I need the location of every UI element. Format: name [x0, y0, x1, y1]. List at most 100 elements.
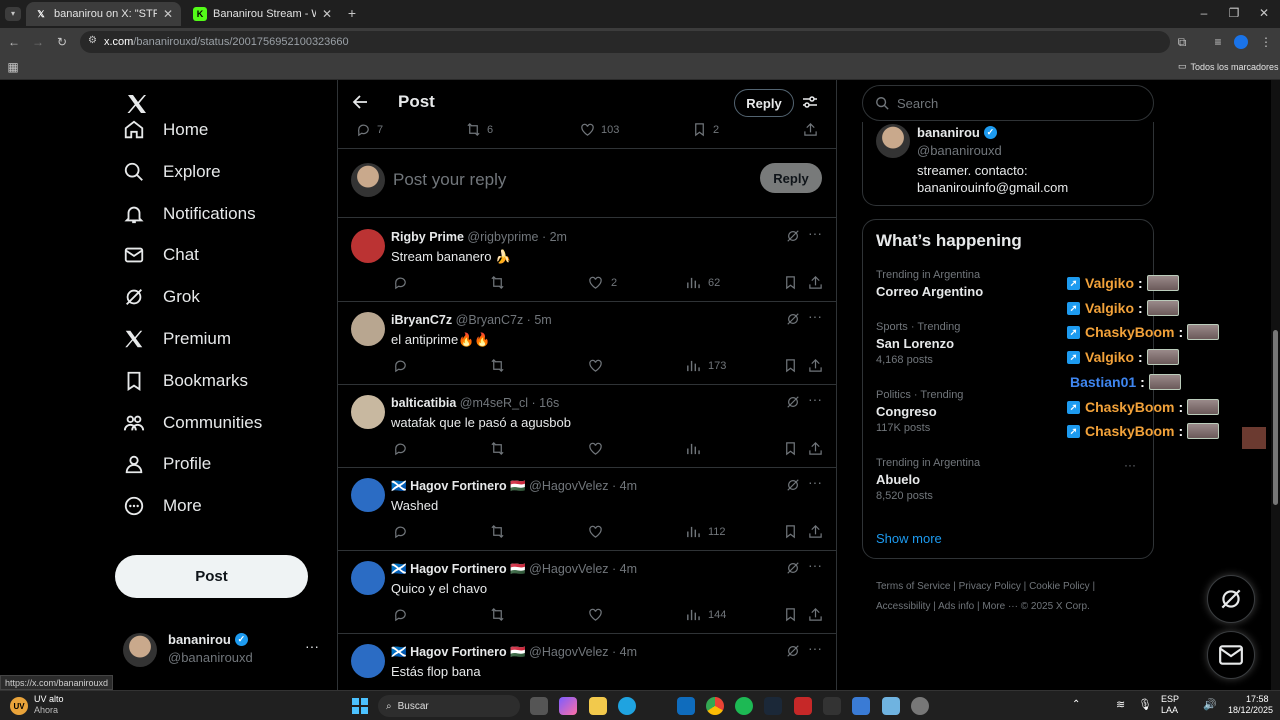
- footer-link[interactable]: Privacy Policy: [959, 581, 1021, 592]
- share-action[interactable]: [808, 524, 831, 539]
- reply-post[interactable]: balticatibia @m4seR_cl · 16s watafak que …: [338, 385, 836, 468]
- more-dots-icon[interactable]: ···: [808, 640, 822, 656]
- avatar[interactable]: [351, 644, 385, 678]
- trend-item[interactable]: Trending in Argentina Abuelo 8,520 posts: [876, 457, 980, 502]
- like-action[interactable]: [588, 524, 611, 539]
- grok-icon[interactable]: [786, 312, 800, 326]
- like-action[interactable]: [588, 607, 611, 622]
- more-dots-icon[interactable]: ···: [808, 225, 822, 241]
- like-count[interactable]: 103: [580, 122, 619, 137]
- reply-post[interactable]: 🏴󠁧󠁢󠁳󠁣󠁴󠁿 Hagov Fortinero 🇭🇺 @HagovVelez ·…: [338, 634, 836, 690]
- more-dots-icon[interactable]: ···: [808, 557, 822, 573]
- back-arrow-icon[interactable]: [352, 94, 368, 110]
- avatar[interactable]: [351, 561, 385, 595]
- nav-item-premium[interactable]: Premium: [123, 319, 231, 359]
- grok-icon[interactable]: [786, 561, 800, 575]
- trend-item[interactable]: Politics · Trending Congreso 117K posts: [876, 389, 963, 434]
- more-dots-icon[interactable]: ···: [305, 638, 319, 654]
- scrollbar[interactable]: [1271, 80, 1280, 690]
- like-action[interactable]: [588, 358, 611, 373]
- new-tab-icon[interactable]: +: [344, 6, 360, 20]
- app-icon[interactable]: [852, 697, 870, 715]
- bookmark-action[interactable]: [783, 358, 806, 373]
- taskbar-search[interactable]: ⌕ Buscar: [378, 695, 520, 717]
- outlook-icon[interactable]: [677, 697, 695, 715]
- grok-icon[interactable]: [786, 229, 800, 243]
- steam-icon[interactable]: [764, 697, 782, 715]
- browser-profile-avatar[interactable]: [1234, 35, 1248, 49]
- grok-fab[interactable]: [1207, 575, 1255, 623]
- app-icon[interactable]: [911, 697, 929, 715]
- lang-label[interactable]: ESP: [1161, 694, 1179, 704]
- avatar[interactable]: [351, 478, 385, 512]
- tray-chevron-icon[interactable]: ⌃: [1072, 699, 1080, 710]
- reload-icon[interactable]: ↻: [54, 35, 70, 49]
- reply-post[interactable]: iBryanC7z @BryanC7z · 5m el antiprime🔥🔥 ··…: [338, 302, 836, 385]
- bookmark-action[interactable]: [783, 441, 806, 456]
- like-action[interactable]: 2: [588, 275, 617, 290]
- bookmark-action[interactable]: [783, 524, 806, 539]
- task-view-icon[interactable]: [530, 697, 548, 715]
- browser-tab-kick[interactable]: K Bananirou Stream - Watch Live ✕: [185, 2, 340, 26]
- footer-link[interactable]: Accessibility: [876, 601, 930, 612]
- reply-action[interactable]: [393, 524, 416, 539]
- reply-submit-button[interactable]: Reply: [760, 163, 822, 193]
- author-handle[interactable]: @HagovVelez: [529, 562, 608, 576]
- bookmark-action[interactable]: [783, 275, 806, 290]
- author-name[interactable]: Hagov Fortinero: [410, 645, 507, 659]
- avatar[interactable]: [351, 395, 385, 429]
- reply-header-button[interactable]: Reply: [734, 89, 794, 117]
- timestamp[interactable]: 16s: [539, 396, 559, 410]
- volume-icon[interactable]: 🔊: [1203, 698, 1217, 711]
- share-action[interactable]: [808, 441, 831, 456]
- reply-action[interactable]: [393, 275, 416, 290]
- views-action[interactable]: 173: [685, 358, 726, 373]
- mic-icon[interactable]: 🎙: [1138, 698, 1152, 711]
- forward-icon[interactable]: →: [30, 35, 46, 49]
- nav-item-home[interactable]: Home: [123, 110, 208, 150]
- account-switcher[interactable]: bananirou ✓ @bananirouxd ···: [123, 630, 333, 670]
- footer-link[interactable]: Cookie Policy: [1029, 581, 1090, 592]
- extensions-icon[interactable]: ⧉: [1174, 35, 1190, 49]
- share-action[interactable]: [808, 275, 831, 290]
- reply-post[interactable]: 🏴󠁧󠁢󠁳󠁣󠁴󠁿 Hagov Fortinero 🇭🇺 @HagovVelez ·…: [338, 468, 836, 551]
- weather-label[interactable]: UV alto: [34, 694, 64, 704]
- timestamp[interactable]: 4m: [620, 479, 637, 493]
- footer-link[interactable]: Ads info: [938, 601, 974, 612]
- nav-item-chat[interactable]: Chat: [123, 235, 199, 275]
- bookmark-count[interactable]: 2: [692, 122, 719, 137]
- app-icon[interactable]: [823, 697, 841, 715]
- share-action[interactable]: [808, 607, 831, 622]
- timestamp[interactable]: 4m: [620, 645, 637, 659]
- reply-post[interactable]: Rigby Prime @rigbyprime · 2m Stream banan…: [338, 219, 836, 302]
- views-action[interactable]: 112: [685, 524, 726, 539]
- start-icon[interactable]: [352, 698, 368, 714]
- bookmark-action[interactable]: [783, 607, 806, 622]
- author-handle[interactable]: @HagovVelez: [529, 645, 608, 659]
- repost-action[interactable]: [490, 358, 513, 373]
- chrome-icon[interactable]: [706, 697, 724, 715]
- nav-item-notifications[interactable]: Notifications: [123, 194, 256, 234]
- close-icon[interactable]: ✕: [322, 7, 332, 21]
- footer-link[interactable]: More ···: [982, 601, 1018, 612]
- share-button[interactable]: [803, 122, 824, 137]
- window-close-icon[interactable]: ✕: [1256, 6, 1272, 20]
- reply-action[interactable]: [393, 607, 416, 622]
- copilot-icon[interactable]: [559, 697, 577, 715]
- file-explorer-icon[interactable]: [589, 697, 607, 715]
- tab-search-icon[interactable]: ▾: [5, 7, 21, 21]
- messages-fab[interactable]: [1207, 631, 1255, 679]
- author-handle[interactable]: @HagovVelez: [529, 479, 608, 493]
- reply-count[interactable]: 7: [356, 122, 383, 137]
- grok-icon[interactable]: [786, 478, 800, 492]
- author-name[interactable]: Rigby Prime: [391, 230, 464, 244]
- all-bookmarks[interactable]: ▭ Todos los marcadores: [1178, 61, 1279, 72]
- timestamp[interactable]: 5m: [534, 313, 551, 327]
- more-dots-icon[interactable]: ···: [1124, 458, 1136, 472]
- reply-post[interactable]: 🏴󠁧󠁢󠁳󠁣󠁴󠁿 Hagov Fortinero 🇭🇺 @HagovVelez ·…: [338, 551, 836, 634]
- menu-icon[interactable]: ⋮: [1258, 35, 1274, 49]
- back-icon[interactable]: ←: [6, 35, 22, 49]
- repost-count[interactable]: 6: [466, 122, 493, 137]
- address-bar[interactable]: ⚙ x.com/bananirouxd/status/2001756952100…: [80, 31, 1170, 53]
- edge-icon[interactable]: [618, 697, 636, 715]
